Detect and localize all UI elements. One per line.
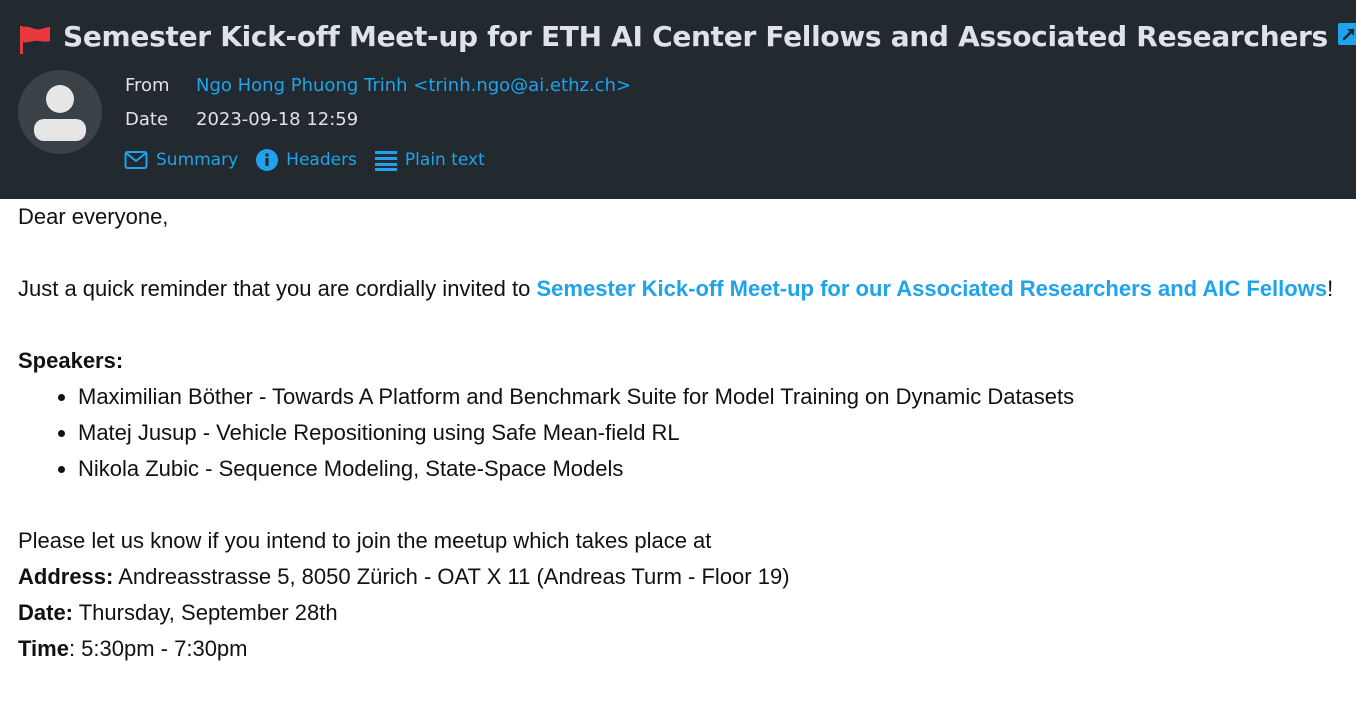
address-value: Andreasstrasse 5, 8050 Zürich - OAT X 11… [113, 564, 790, 589]
time-line: Time: 5:30pm - 7:30pm [18, 631, 1356, 667]
plain-text-label: Plain text [404, 150, 485, 170]
date-label: Date [125, 109, 169, 130]
address-label: Address: [18, 564, 114, 589]
headers-button[interactable]: Headers [256, 149, 357, 171]
intro-suffix: ! [1327, 276, 1334, 301]
greeting: Dear everyone, [18, 204, 169, 229]
speakers-list: Maximilian Böther - Towards A Platform a… [18, 379, 1356, 487]
flag-icon[interactable] [18, 26, 52, 54]
from-label: From [125, 75, 170, 96]
envelope-icon [124, 151, 148, 169]
plain-text-button[interactable]: Plain text [374, 149, 485, 171]
list-icon [374, 151, 397, 171]
message-body: Dear everyone, Just a quick reminder tha… [18, 199, 1356, 702]
summary-button[interactable]: Summary [124, 150, 238, 170]
speakers-heading: Speakers: [18, 348, 124, 373]
email-subject: Semester Kick-off Meet-up for ETH AI Cen… [63, 20, 1356, 53]
summary-label: Summary [156, 150, 239, 170]
event-link[interactable]: Semester Kick-off Meet-up for our Associ… [536, 276, 1327, 301]
date-line: Date: Thursday, September 28th [18, 595, 1356, 631]
subject-text: Semester Kick-off Meet-up for ETH AI Cen… [63, 20, 1328, 53]
info-icon [256, 149, 279, 171]
rsvp-text: Please let us know if you intend to join… [18, 528, 712, 553]
intro-paragraph: Just a quick reminder that you are cordi… [18, 271, 1356, 307]
time-label: Time [18, 636, 69, 661]
headers-label: Headers [286, 150, 357, 170]
time-value: : 5:30pm - 7:30pm [68, 636, 248, 661]
address-line: Address: Andreasstrasse 5, 8050 Zürich -… [18, 559, 1356, 595]
avatar-icon [18, 70, 102, 154]
intro-text: Just a quick reminder that you are cordi… [18, 276, 537, 301]
external-link-icon[interactable] [1337, 19, 1356, 52]
message-header: Semester Kick-off Meet-up for ETH AI Cen… [0, 0, 1356, 199]
list-item: Nikola Zubic - Sequence Modeling, State-… [78, 451, 1356, 487]
event-date-label: Date: [18, 600, 74, 625]
from-address-link[interactable]: Ngo Hong Phuong Trinh <trinh.ngo@ai.ethz… [196, 75, 631, 96]
list-item: Maximilian Böther - Towards A Platform a… [78, 379, 1356, 415]
date-value: 2023-09-18 12:59 [196, 109, 359, 130]
list-item: Matej Jusup - Vehicle Repositioning usin… [78, 415, 1356, 451]
event-date-value: Thursday, September 28th [73, 600, 338, 625]
header-actions: Summary Headers Plain text [124, 149, 485, 171]
